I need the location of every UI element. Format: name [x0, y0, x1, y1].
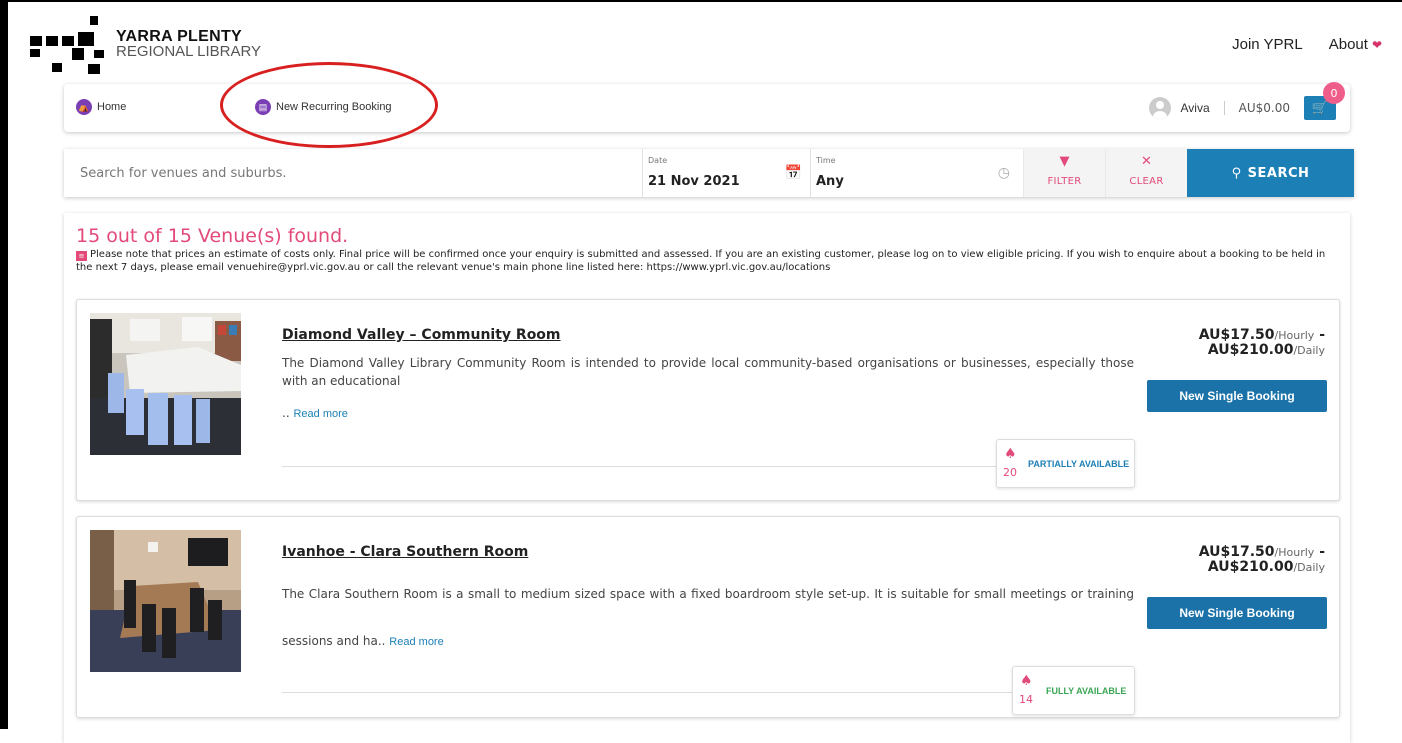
clear-label: CLEAR [1129, 176, 1164, 187]
chevron-down-icon: ❤ [1371, 37, 1382, 52]
user-area: Aviva AU$0.00 🛒 0 [1148, 82, 1345, 122]
annotation-red-circle [220, 62, 438, 148]
filter-icon: ▼ [1059, 154, 1070, 169]
cart-button[interactable]: 🛒 0 [1304, 82, 1345, 120]
top-nav: Join YPRL About ❤ [1232, 36, 1382, 53]
availability-badge: ♠ 14 FULLY AVAILABLE [1012, 666, 1135, 715]
price-separator: - [1319, 544, 1325, 560]
user-name[interactable]: Aviva [1181, 101, 1225, 115]
time-value: Any [816, 174, 844, 189]
price-daily: AU$210.00 [1207, 342, 1294, 358]
venue-description: The Clara Southern Room is a small to me… [282, 571, 1134, 666]
availability-status: FULLY AVAILABLE [1046, 686, 1127, 696]
price-daily: AU$210.00 [1207, 559, 1294, 575]
time-label: Time [816, 156, 836, 165]
logo-line-1: YARRA PLENTY [116, 28, 242, 45]
price-separator: - [1319, 327, 1325, 343]
people-icon: ♠ [1004, 446, 1017, 462]
breadcrumb-home-label: Home [97, 101, 127, 113]
close-icon: ✕ [1141, 154, 1152, 169]
venue-search-input[interactable] [64, 149, 642, 197]
library-name[interactable]: YARRA PLENTY REGIONAL LIBRARY [116, 28, 262, 60]
pricing-note-text: Please note that prices an estimate of c… [76, 249, 1326, 273]
venue-name-link[interactable]: Diamond Valley – Community Room [282, 327, 561, 343]
price-hourly-unit: /Hourly [1274, 546, 1315, 559]
new-single-booking-button[interactable]: New Single Booking [1147, 597, 1327, 629]
price-daily-unit: /Daily [1293, 344, 1325, 357]
filter-label: FILTER [1047, 176, 1082, 187]
clear-button[interactable]: ✕ CLEAR [1105, 149, 1187, 197]
venue-name-link[interactable]: Ivanhoe - Clara Southern Room [282, 544, 528, 560]
avatar-icon[interactable] [1148, 97, 1171, 119]
yprl-logo-icon[interactable] [30, 16, 110, 76]
price-daily-unit: /Daily [1293, 561, 1325, 574]
people-icon: ♠ [1020, 673, 1033, 689]
logo-line-2: REGIONAL LIBRARY [116, 43, 262, 60]
price-hourly-unit: /Hourly [1274, 329, 1315, 342]
about-menu[interactable]: About ❤ [1329, 36, 1382, 53]
availability-status: PARTIALLY AVAILABLE [1028, 459, 1130, 469]
read-more-link[interactable]: Read more [389, 636, 443, 648]
price-hourly: AU$17.50 [1198, 327, 1275, 343]
clock-icon[interactable]: ◷ [998, 165, 1010, 181]
search-button-label: SEARCH [1247, 165, 1310, 181]
price-hourly: AU$17.50 [1198, 544, 1275, 560]
cart-balance: AU$0.00 [1238, 101, 1290, 115]
search-bar: Date 21 Nov 2021 📅 Time Any ◷ ▼ FILTER ✕… [64, 149, 1354, 197]
description-ellipsis: .. [282, 406, 290, 420]
filter-button[interactable]: ▼ FILTER [1023, 149, 1105, 197]
time-field[interactable]: Time Any ◷ [810, 149, 1018, 197]
price-range: AU$17.50/Hourly - AU$210.00/Daily [1199, 328, 1325, 358]
results-panel: 15 out of 15 Venue(s) found. ≡ Please not… [64, 213, 1350, 743]
read-more-link[interactable]: Read more [293, 408, 347, 420]
price-range: AU$17.50/Hourly - AU$210.00/Daily [1199, 545, 1325, 575]
about-label: About [1328, 36, 1368, 53]
home-icon: ⛺ [76, 99, 92, 115]
search-button[interactable]: ⚲ SEARCH [1187, 149, 1354, 197]
venue-description: The Diamond Valley Library Community Roo… [282, 354, 1134, 423]
calendar-icon[interactable]: 📅 [785, 165, 802, 181]
cart-icon: 🛒 [1311, 100, 1329, 116]
capacity-count: 14 [1019, 693, 1033, 706]
venue-card: Ivanhoe - Clara Southern Room The Clara … [76, 516, 1340, 718]
pricing-note: ≡ Please note that prices an estimate of … [76, 248, 1336, 274]
capacity-count: 20 [1003, 466, 1017, 479]
window-frame-left [0, 0, 8, 729]
date-field[interactable]: Date 21 Nov 2021 📅 [642, 149, 810, 197]
join-yprl-link[interactable]: Join YPRL [1232, 36, 1303, 53]
date-label: Date [648, 156, 668, 165]
breadcrumb-home[interactable]: ⛺ Home [76, 99, 126, 115]
venue-description-text: The Diamond Valley Library Community Roo… [282, 356, 1134, 388]
cart-count-badge: 0 [1323, 82, 1345, 104]
date-value: 21 Nov 2021 [648, 174, 740, 189]
availability-badge: ♠ 20 PARTIALLY AVAILABLE [996, 439, 1135, 488]
results-count-title: 15 out of 15 Venue(s) found. [76, 225, 349, 247]
search-icon: ⚲ [1231, 165, 1242, 181]
message-icon: ≡ [76, 251, 87, 261]
window-frame-top [0, 0, 1402, 2]
venue-photo-ivanhoe[interactable] [90, 530, 241, 672]
venue-card: Diamond Valley – Community Room The Diam… [76, 299, 1340, 501]
card-divider [282, 692, 1134, 693]
new-single-booking-button[interactable]: New Single Booking [1147, 380, 1327, 412]
venue-photo-diamond-valley[interactable] [90, 313, 241, 455]
